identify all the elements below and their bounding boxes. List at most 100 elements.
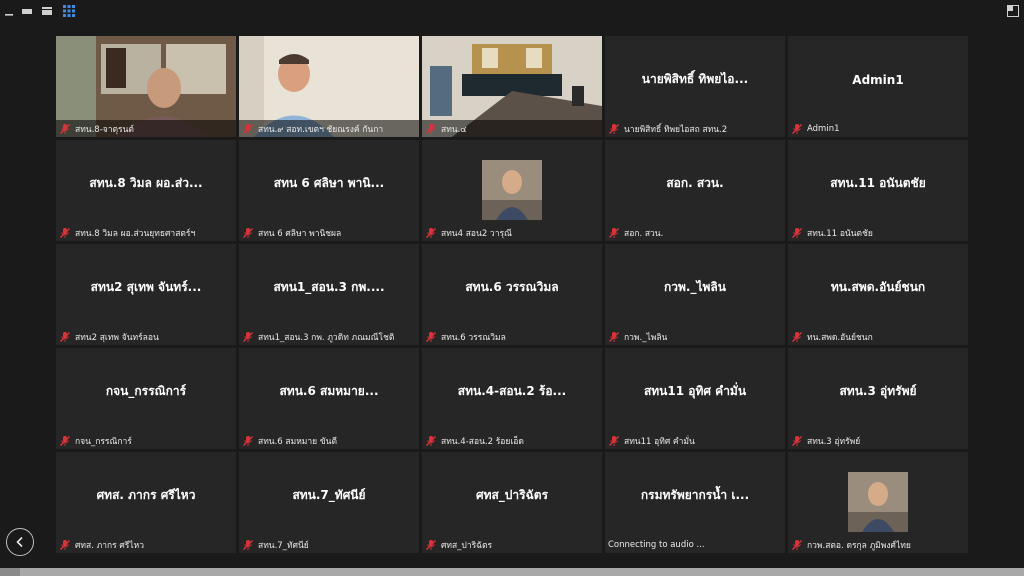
participant-name: สทน.3 อุ่ทรัพย์ <box>839 384 917 398</box>
participant-footer: ทน.สพด.อันย์ชนก <box>788 328 968 345</box>
scrollbar-thumb[interactable] <box>0 568 20 576</box>
participant-label: ศทส_ปาริฉัตร <box>441 540 493 551</box>
participant-tile[interactable]: สทน.6 สมหมาย... สทน.6 สมหมาย ขันตี <box>239 348 419 449</box>
mic-muted-icon <box>242 331 254 343</box>
participant-footer: สทน.3 อุ่ทรัพย์ <box>788 432 968 449</box>
mic-muted-icon <box>242 123 254 135</box>
participant-footer: สอก. สวน. <box>605 224 785 241</box>
mic-muted-icon <box>425 331 437 343</box>
participant-tile[interactable]: สทน1_สอน.3 กพ.... สทน1_สอน.3 กพ. ภูวดิท … <box>239 244 419 345</box>
mic-muted-icon <box>791 123 803 135</box>
minimize-icon[interactable] <box>2 4 16 18</box>
participant-name <box>62 36 230 123</box>
participant-footer: สทน.6 สมหมาย ขันตี <box>239 432 419 449</box>
participant-tile[interactable]: ศทส_ปาริฉัตร ศทส_ปาริฉัตร <box>422 452 602 553</box>
participant-tile[interactable]: สทน.4-สอน.2 ร้อ... สทน.4-สอน.2 ร้อยเอ็ด <box>422 348 602 449</box>
participant-tile[interactable]: สทน.6 วรรณวิมล สทน.6 วรรณวิมล <box>422 244 602 345</box>
previous-page-button[interactable] <box>6 528 34 556</box>
participant-label: สทน.6 สมหมาย ขันตี <box>258 436 338 447</box>
participant-name: สทน1_สอน.3 กพ.... <box>273 280 385 294</box>
participant-name: สทน 6 ศลิษา พานิ... <box>273 176 385 190</box>
mic-muted-icon <box>425 227 437 239</box>
participant-name: กวพ._ไพลิน <box>664 280 726 294</box>
participant-footer: Admin1 <box>788 120 968 137</box>
participant-tile[interactable]: สทน.8 วิมล ผอ.ส่ว... สทน.8 วิมล ผอ.ส่วนย… <box>56 140 236 241</box>
participant-footer: สทน 6 ศลิษา พานิชผล <box>239 224 419 241</box>
mic-muted-icon <box>59 539 71 551</box>
participant-tile[interactable]: Admin1 Admin1 <box>788 36 968 137</box>
participant-tile[interactable]: กรมทรัพยากรน้ำ เ... Connecting to audio … <box>605 452 785 553</box>
mic-muted-icon <box>242 227 254 239</box>
participant-tile[interactable]: สทน.3 อุ่ทรัพย์ สทน.3 อุ่ทรัพย์ <box>788 348 968 449</box>
participant-gallery: สทน.8-จาตุรนต์ สทน.๙ สอท.เขตฯ ชัยณรงค์ ก… <box>56 36 968 553</box>
mic-muted-icon <box>59 123 71 135</box>
participant-name: สทน.8 วิมล ผอ.ส่ว... <box>89 176 203 190</box>
participant-footer: สทน.11 อนันตชัย <box>788 224 968 241</box>
participant-footer: สทน4 สอน2 วารุณี <box>422 224 602 241</box>
stacked-view-icon[interactable] <box>40 4 54 18</box>
participant-tile[interactable]: สทน.๔ <box>422 36 602 137</box>
participant-footer: สทน.7_ทัศนีย์ <box>239 536 419 553</box>
participant-name <box>428 36 596 123</box>
mic-muted-icon <box>608 123 620 135</box>
participant-tile[interactable]: สทน11 อุทิศ คำมั่น สทน11 อุทิศ คำมั่น <box>605 348 785 449</box>
chevron-left-icon <box>16 536 23 548</box>
mic-muted-icon <box>242 539 254 551</box>
participant-name: ศทส. ภากร ศรีไหว <box>96 488 196 502</box>
mic-muted-icon <box>791 539 803 551</box>
mic-muted-icon <box>425 435 437 447</box>
participant-label: สอก. สวน. <box>624 228 664 239</box>
participant-name: สอก. สวน. <box>666 176 724 190</box>
participant-label: ทน.สพด.อันย์ชนก <box>807 332 873 343</box>
participant-tile[interactable]: ศทส. ภากร ศรีไหว ศทส. ภากร ศรีไหว <box>56 452 236 553</box>
participant-tile[interactable]: สทน2 สุเทพ จันทร์... สทน2 สุเทพ จันทร์ลอ… <box>56 244 236 345</box>
participant-name: สทน2 สุเทพ จันทร์... <box>90 280 202 294</box>
participant-tile[interactable]: สทน.7_ทัศนีย์ สทน.7_ทัศนีย์ <box>239 452 419 553</box>
participant-name <box>428 140 596 227</box>
participant-name: สทน.11 อนันตชัย <box>830 176 926 190</box>
participant-tile[interactable]: นายพิสิทธิ์ ทิพยไอ... นายพิสิทธิ์ ทิพยไอ… <box>605 36 785 137</box>
participant-footer: กวพ._ไพลิน <box>605 328 785 345</box>
participant-tile[interactable]: กวพ.สตอ. ดรกุล ภูมิพงศ์ไทย <box>788 452 968 553</box>
participant-tile[interactable]: สทน4 สอน2 วารุณี <box>422 140 602 241</box>
participant-label: ศทส. ภากร ศรีไหว <box>75 540 144 551</box>
mic-muted-icon <box>791 331 803 343</box>
mic-muted-icon <box>59 227 71 239</box>
participant-label: สทน.๙ สอท.เขตฯ ชัยณรงค์ กันกา <box>258 124 384 135</box>
exit-fullscreen-icon[interactable] <box>1006 4 1020 18</box>
participant-name: สทน11 อุทิศ คำมั่น <box>643 384 747 398</box>
gallery-view-icon[interactable] <box>62 4 76 18</box>
participant-footer: สทน.๔ <box>422 120 602 137</box>
participant-name: ทน.สพด.อันย์ชนก <box>830 280 926 294</box>
participant-label: สทน.๔ <box>441 124 467 135</box>
participant-tile[interactable]: สทน 6 ศลิษา พานิ... สทน 6 ศลิษา พานิชผล <box>239 140 419 241</box>
participant-label: สทน.8 วิมล ผอ.ส่วนยุทธศาสตร์ฯ <box>75 228 196 239</box>
participant-footer: สทน.4-สอน.2 ร้อยเอ็ด <box>422 432 602 449</box>
participant-label: กจน_กรรณิการ์ <box>75 436 132 447</box>
participant-name: สทน.6 วรรณวิมล <box>465 280 559 294</box>
participant-tile[interactable]: สทน.๙ สอท.เขตฯ ชัยณรงค์ กันกา <box>239 36 419 137</box>
participant-tile[interactable]: ทน.สพด.อันย์ชนก ทน.สพด.อันย์ชนก <box>788 244 968 345</box>
participant-tile[interactable]: สทน.11 อนันตชัย สทน.11 อนันตชัย <box>788 140 968 241</box>
participant-name: ศทส_ปาริฉัตร <box>475 488 549 502</box>
participant-footer: สทน.6 วรรณวิมล <box>422 328 602 345</box>
participant-footer: นายพิสิทธิ์ ทิพยไอสถ สทน.2 <box>605 120 785 137</box>
participant-tile[interactable]: สทน.8-จาตุรนต์ <box>56 36 236 137</box>
participant-tile[interactable]: กวพ._ไพลิน กวพ._ไพลิน <box>605 244 785 345</box>
participant-label: สทน 6 ศลิษา พานิชผล <box>258 228 342 239</box>
participant-name: Admin1 <box>852 72 904 87</box>
speaker-view-icon[interactable] <box>20 4 34 18</box>
horizontal-scrollbar[interactable] <box>0 568 1024 576</box>
mic-muted-icon <box>608 227 620 239</box>
participant-label: กวพ.สตอ. ดรกุล ภูมิพงศ์ไทย <box>807 540 911 551</box>
participant-label: สทน.8-จาตุรนต์ <box>75 124 134 135</box>
participant-label: นายพิสิทธิ์ ทิพยไอสถ สทน.2 <box>624 124 728 135</box>
mic-muted-icon <box>791 435 803 447</box>
participant-tile[interactable]: สอก. สวน. สอก. สวน. <box>605 140 785 241</box>
participant-footer: กวพ.สตอ. ดรกุล ภูมิพงศ์ไทย <box>788 536 968 553</box>
participant-name: กจน_กรรณิการ์ <box>105 384 187 398</box>
participant-tile[interactable]: กจน_กรรณิการ์ กจน_กรรณิการ์ <box>56 348 236 449</box>
participant-footer: สทน2 สุเทพ จันทร์ลอน <box>56 328 236 345</box>
participant-label: สทน.3 อุ่ทรัพย์ <box>807 436 861 447</box>
participant-footer: สทน1_สอน.3 กพ. ภูวดิท ภณมณีโชติ <box>239 328 419 345</box>
